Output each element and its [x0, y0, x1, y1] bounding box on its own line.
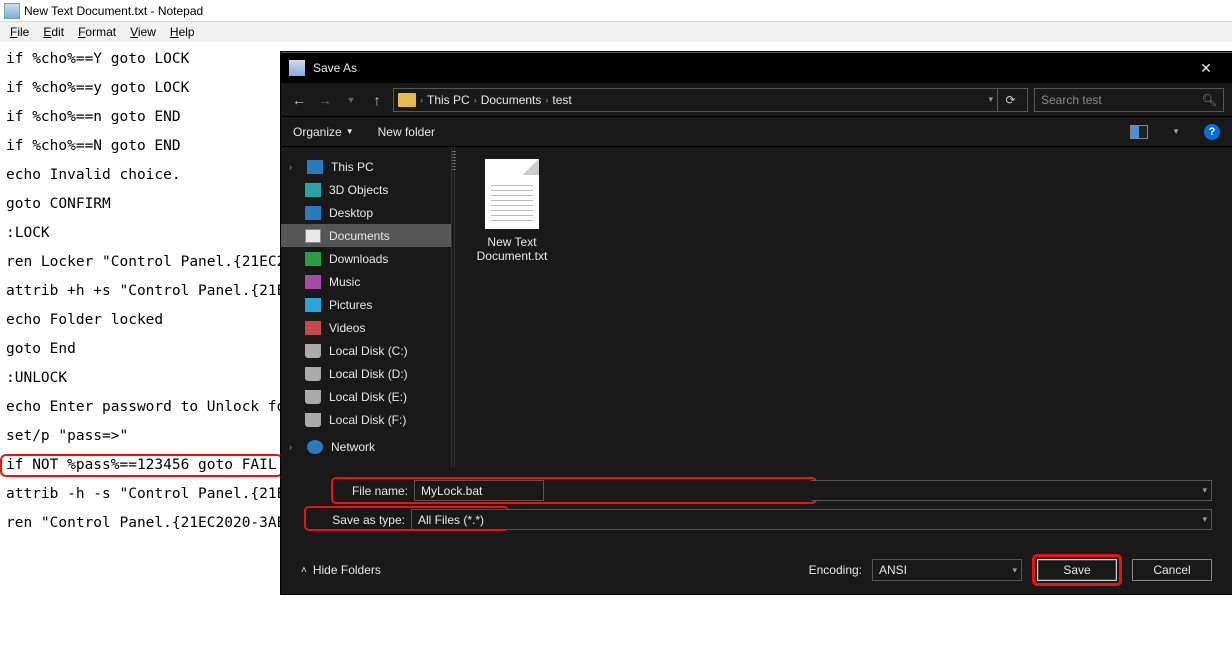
filename-input[interactable]: MyLock.bat [414, 480, 544, 501]
search-icon: 🔍︎ [1202, 93, 1217, 107]
refresh-button[interactable]: ⟳ [997, 88, 1023, 112]
sidebar-item-network[interactable]: › Network [281, 435, 451, 458]
encoding-label: Encoding: [809, 563, 862, 577]
sidebar-item-videos[interactable]: Videos [281, 316, 451, 339]
sidebar-item-local-disk-c-[interactable]: Local Disk (C:) [281, 339, 451, 362]
filetype-label: Save as type: [331, 513, 411, 527]
file-pane[interactable]: New TextDocument.txt [455, 147, 1232, 467]
new-folder-button[interactable]: New folder [378, 125, 435, 139]
pic-icon [305, 298, 321, 312]
dl-icon [305, 252, 321, 266]
text-file-icon [485, 159, 539, 229]
sidebar-item-label: Local Disk (E:) [329, 390, 407, 404]
save-as-dialog: Save As ✕ ← → ▼ ↑ › This PC› Documents› … [281, 52, 1232, 594]
chevron-down-icon: ▾ [1202, 514, 1207, 525]
chevron-down-icon: ▼ [346, 127, 354, 136]
doc-icon [305, 229, 321, 243]
chevron-down-icon[interactable]: ▾ [988, 94, 993, 105]
vid-icon [305, 321, 321, 335]
disk-icon [305, 390, 321, 404]
breadcrumb: Documents› [481, 93, 549, 107]
help-button[interactable]: ? [1204, 124, 1220, 140]
recent-dropdown[interactable]: ▼ [341, 95, 361, 105]
sidebar-item-pictures[interactable]: Pictures [281, 293, 451, 316]
file-label: New TextDocument.txt [467, 235, 557, 263]
encoding-select[interactable]: ANSI ▾ [872, 559, 1022, 581]
sidebar-item-label: This PC [331, 160, 374, 174]
chevron-down-icon: ▾ [1012, 565, 1017, 576]
dialog-titlebar: Save As ✕ [281, 53, 1232, 83]
sidebar-item-local-disk-f-[interactable]: Local Disk (F:) [281, 408, 451, 431]
save-button[interactable]: Save [1037, 559, 1117, 581]
sidebar-item-label: Videos [329, 321, 365, 335]
hide-folders-button[interactable]: ˄ Hide Folders [301, 563, 381, 577]
organize-menu[interactable]: Organize ▼ [293, 125, 354, 139]
menu-help[interactable]: Help [164, 25, 201, 39]
sidebar-item-label: Pictures [329, 298, 372, 312]
filetype-select[interactable]: All Files (*.*) ▾ [411, 509, 1212, 530]
menu-view[interactable]: View [124, 25, 162, 39]
sidebar-item-label: Documents [329, 229, 390, 243]
sidebar-item-music[interactable]: Music [281, 270, 451, 293]
file-item[interactable]: New TextDocument.txt [467, 159, 557, 263]
chevron-down-icon[interactable]: ▼ [1172, 127, 1180, 136]
notepad-title: New Text Document.txt - Notepad [24, 4, 203, 18]
menu-format[interactable]: Format [72, 25, 122, 39]
sidebar-item-label: 3D Objects [329, 183, 388, 197]
back-button[interactable]: ← [289, 92, 309, 108]
disk-icon [305, 413, 321, 427]
search-placeholder: Search test [1041, 93, 1102, 107]
sidebar-item-3d-objects[interactable]: 3D Objects [281, 178, 451, 201]
notepad-icon [4, 3, 20, 19]
sidebar-item-label: Local Disk (D:) [329, 367, 408, 381]
sidebar-item-label: Music [329, 275, 360, 289]
close-button[interactable]: ✕ [1188, 53, 1224, 83]
splitter[interactable] [451, 147, 455, 467]
search-input[interactable]: Search test 🔍︎ [1034, 88, 1224, 112]
chevron-right-icon: › [289, 442, 299, 452]
sidebar-item-downloads[interactable]: Downloads [281, 247, 451, 270]
breadcrumb: This PC› [427, 93, 477, 107]
nav-bar: ← → ▼ ↑ › This PC› Documents› test ▾ ⟳ S… [281, 83, 1232, 117]
toolbar: Organize ▼ New folder ▼ ? [281, 117, 1232, 147]
desktop-icon [305, 206, 321, 220]
chevron-up-icon: ˄ [301, 565, 307, 576]
folder-icon [398, 93, 416, 107]
sidebar-item-label: Local Disk (F:) [329, 413, 406, 427]
sidebar-item-local-disk-e-[interactable]: Local Disk (E:) [281, 385, 451, 408]
sidebar-item-label: Network [331, 440, 375, 454]
chevron-right-icon: › [420, 95, 423, 105]
notepad-titlebar: New Text Document.txt - Notepad [0, 0, 1232, 22]
view-options-button[interactable] [1130, 125, 1148, 139]
up-button[interactable]: ↑ [367, 92, 387, 108]
sidebar-item-label: Downloads [329, 252, 388, 266]
sidebar-item-desktop[interactable]: Desktop [281, 201, 451, 224]
disk-icon [305, 367, 321, 381]
chevron-right-icon: › [474, 95, 477, 105]
sidebar-item-documents[interactable]: Documents [281, 224, 451, 247]
address-bar[interactable]: › This PC› Documents› test ▾ ⟳ [393, 88, 1028, 112]
chevron-right-icon: › [545, 95, 548, 105]
3d-icon [305, 183, 321, 197]
disk-icon [305, 344, 321, 358]
net-icon [307, 440, 323, 454]
filename-label: File name: [334, 484, 414, 498]
cancel-button[interactable]: Cancel [1132, 559, 1212, 581]
pc-icon [307, 160, 323, 174]
menu-file[interactable]: File [4, 25, 35, 39]
music-icon [305, 275, 321, 289]
sidebar-item-local-disk-d-[interactable]: Local Disk (D:) [281, 362, 451, 385]
nav-sidebar: › This PC 3D Objects Desktop Documents Downlo… [281, 147, 451, 467]
menu-edit[interactable]: Edit [37, 25, 70, 39]
notepad-menubar: FileEditFormatViewHelp [0, 22, 1232, 42]
chevron-right-icon: › [289, 162, 299, 172]
forward-button[interactable]: → [315, 92, 335, 108]
sidebar-item-this-pc[interactable]: › This PC [281, 155, 451, 178]
breadcrumb: test [552, 93, 571, 107]
chevron-down-icon[interactable]: ▾ [1202, 485, 1207, 496]
sidebar-item-label: Local Disk (C:) [329, 344, 408, 358]
sidebar-item-label: Desktop [329, 206, 373, 220]
dialog-title: Save As [313, 61, 357, 75]
dialog-icon [289, 60, 305, 76]
